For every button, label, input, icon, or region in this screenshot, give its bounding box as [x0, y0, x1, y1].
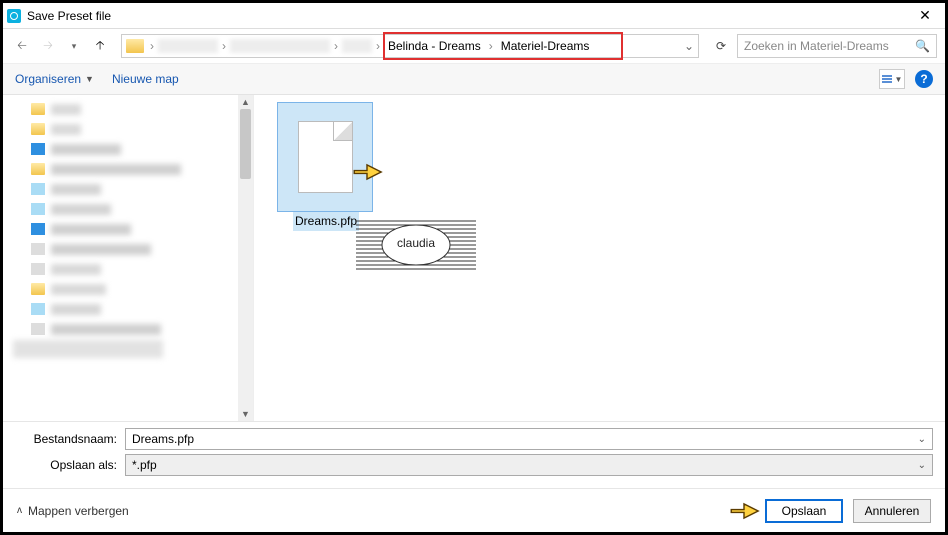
folder-icon [31, 163, 45, 175]
chevron-down-icon: ▼ [85, 74, 94, 84]
hide-folders-toggle[interactable]: ʌ Mappen verbergen [17, 504, 129, 518]
tree-item[interactable] [3, 319, 253, 339]
address-bar[interactable]: › › › › Belinda - Dreams › Materiel-Drea… [121, 34, 699, 58]
save-dialog: Save Preset file ✕ 🡠 🡢 ▾ 🡡 › › › › Belin… [0, 0, 948, 535]
organize-menu[interactable]: Organiseren ▼ [15, 72, 94, 86]
annotation-pointer-icon [727, 499, 761, 523]
document-icon [298, 121, 353, 193]
organize-label: Organiseren [15, 72, 81, 86]
filetype-select[interactable]: *.pfp ⌄ [125, 454, 933, 476]
chevron-right-icon: › [220, 39, 228, 53]
tree-item[interactable] [3, 139, 253, 159]
scroll-down-icon[interactable]: ▼ [240, 407, 251, 421]
content-area: ▲ ▼ Dreams.pfp cl [3, 95, 945, 421]
filename-value: Dreams.pfp [132, 432, 194, 446]
tree-item[interactable] [3, 119, 253, 139]
scroll-up-icon[interactable]: ▲ [240, 95, 251, 109]
blurred-path [158, 39, 218, 53]
folder-icon [31, 283, 45, 295]
saveas-label: Opslaan als: [15, 458, 125, 472]
svg-text:claudia: claudia [397, 236, 435, 250]
chevron-right-icon: › [148, 39, 156, 53]
tree-item[interactable] [3, 259, 253, 279]
tree-item[interactable] [3, 339, 253, 359]
folder-icon [31, 263, 45, 275]
dialog-footer: ʌ Mappen verbergen Opslaan Annuleren [3, 488, 945, 532]
blurred-path [342, 39, 372, 53]
folder-icon [31, 243, 45, 255]
cancel-button[interactable]: Annuleren [853, 499, 931, 523]
title-bar: Save Preset file ✕ [3, 3, 945, 29]
watermark-image: claudia [356, 217, 476, 273]
app-icon [7, 9, 21, 23]
folder-icon [31, 223, 45, 235]
list-icon [882, 75, 892, 83]
blurred-path [230, 39, 330, 53]
toolbar: Organiseren ▼ Nieuwe map ▼ ? [3, 63, 945, 95]
tree-item[interactable] [3, 299, 253, 319]
tree-item[interactable] [3, 279, 253, 299]
breadcrumb-item[interactable]: Materiel-Dreams [495, 39, 596, 53]
scroll-thumb[interactable] [240, 109, 251, 179]
view-options-button[interactable]: ▼ [879, 69, 905, 89]
chevron-right-icon: › [332, 39, 340, 53]
file-thumbnail [278, 103, 372, 211]
back-button[interactable]: 🡠 [11, 35, 33, 57]
recent-dropdown[interactable]: ▾ [63, 35, 85, 57]
search-icon: 🔍 [915, 39, 930, 53]
tree-item[interactable] [3, 159, 253, 179]
filename-input[interactable]: Dreams.pfp ⌄ [125, 428, 933, 450]
folder-tree[interactable]: ▲ ▼ [3, 95, 253, 421]
folder-icon [31, 323, 45, 335]
folder-icon [126, 39, 144, 53]
file-list[interactable]: Dreams.pfp claudia [253, 95, 945, 421]
tree-item[interactable] [3, 99, 253, 119]
search-placeholder: Zoeken in Materiel-Dreams [744, 39, 915, 53]
tree-item[interactable] [3, 239, 253, 259]
close-button[interactable]: ✕ [909, 5, 941, 27]
filename-label: Bestandsnaam: [15, 432, 125, 446]
tree-item[interactable] [3, 219, 253, 239]
address-dropdown[interactable]: ⌄ [680, 39, 698, 53]
forward-button[interactable]: 🡢 [37, 35, 59, 57]
folder-icon [31, 303, 45, 315]
up-button[interactable]: 🡡 [89, 35, 111, 57]
folder-icon [31, 123, 45, 135]
chevron-right-icon: › [374, 39, 382, 53]
save-button[interactable]: Opslaan [765, 499, 843, 523]
help-button[interactable]: ? [915, 70, 933, 88]
folder-icon [31, 143, 45, 155]
chevron-down-icon[interactable]: ⌄ [918, 434, 926, 445]
tree-item[interactable] [3, 199, 253, 219]
new-folder-button[interactable]: Nieuwe map [112, 72, 179, 86]
folder-icon [31, 203, 45, 215]
search-input[interactable]: Zoeken in Materiel-Dreams 🔍 [737, 34, 937, 58]
tree-item[interactable] [3, 179, 253, 199]
chevron-right-icon: › [487, 39, 495, 53]
filetype-value: *.pfp [132, 458, 157, 472]
chevron-down-icon: ▼ [895, 75, 903, 84]
tree-scrollbar[interactable]: ▲ ▼ [238, 95, 253, 421]
refresh-button[interactable]: ⟳ [709, 34, 733, 58]
chevron-up-icon: ʌ [17, 505, 22, 516]
filename-panel: Bestandsnaam: Dreams.pfp ⌄ Opslaan als: … [3, 421, 945, 488]
folder-icon [31, 183, 45, 195]
new-folder-label: Nieuwe map [112, 72, 179, 86]
folder-icon [31, 103, 45, 115]
hide-folders-label: Mappen verbergen [28, 504, 129, 518]
annotation-pointer-icon [350, 160, 384, 184]
nav-bar: 🡠 🡢 ▾ 🡡 › › › › Belinda - Dreams › Mater… [3, 29, 945, 63]
chevron-down-icon[interactable]: ⌄ [918, 460, 926, 471]
file-name: Dreams.pfp [293, 211, 359, 231]
window-title: Save Preset file [27, 9, 909, 23]
breadcrumb-item[interactable]: Belinda - Dreams [382, 39, 487, 53]
